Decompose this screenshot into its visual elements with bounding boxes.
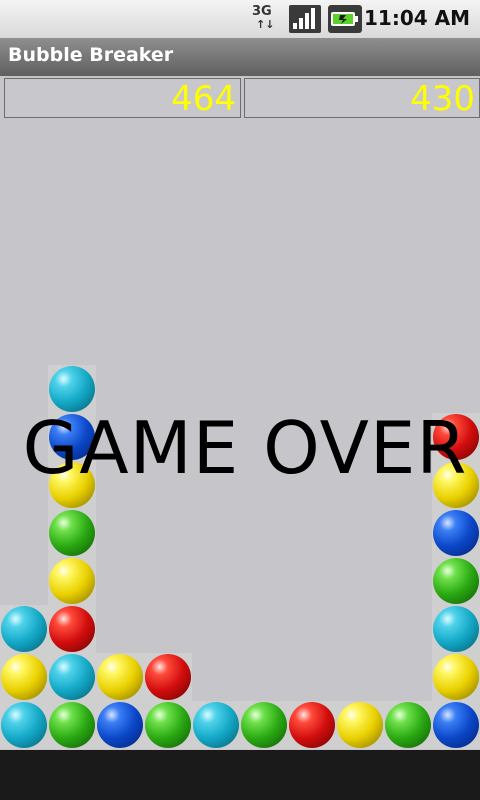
bubble-cell[interactable] xyxy=(48,701,96,749)
title-bar: Bubble Breaker xyxy=(0,38,480,77)
signal-icon xyxy=(289,5,321,33)
cyan-bubble[interactable] xyxy=(49,654,95,700)
bubble-cell[interactable] xyxy=(96,701,144,749)
cyan-bubble[interactable] xyxy=(1,702,47,748)
bubble-cell[interactable] xyxy=(432,605,480,653)
bubble-cell[interactable] xyxy=(384,701,432,749)
bubble-cell[interactable] xyxy=(144,653,192,701)
red-bubble[interactable] xyxy=(49,606,95,652)
green-bubble[interactable] xyxy=(145,702,191,748)
blue-bubble[interactable] xyxy=(433,510,479,556)
bubble-cell[interactable] xyxy=(432,509,480,557)
blue-bubble[interactable] xyxy=(433,702,479,748)
current-score: 464 xyxy=(4,78,241,119)
bubble-cell[interactable] xyxy=(240,701,288,749)
yellow-bubble[interactable] xyxy=(97,654,143,700)
bubble-cell[interactable] xyxy=(144,701,192,749)
bubble-cell[interactable] xyxy=(48,605,96,653)
bubble-cell[interactable] xyxy=(0,701,48,749)
status-bar: 3G ↑↓ 11:04 AM xyxy=(0,0,480,39)
bubble-cell[interactable] xyxy=(288,701,336,749)
clock-time: 11:04 AM xyxy=(363,6,470,30)
blue-bubble[interactable] xyxy=(97,702,143,748)
score-bar: 464 430 xyxy=(0,76,480,122)
cyan-bubble[interactable] xyxy=(193,702,239,748)
yellow-bubble[interactable] xyxy=(433,654,479,700)
green-bubble[interactable] xyxy=(241,702,287,748)
battery-icon xyxy=(328,5,362,33)
high-score: 430 xyxy=(244,78,480,119)
green-bubble[interactable] xyxy=(49,510,95,556)
green-bubble[interactable] xyxy=(385,702,431,748)
bubble-cell[interactable] xyxy=(432,653,480,701)
bubble-cell[interactable] xyxy=(432,557,480,605)
cyan-bubble[interactable] xyxy=(433,606,479,652)
bubble-cell[interactable] xyxy=(48,557,96,605)
yellow-bubble[interactable] xyxy=(1,654,47,700)
bubble-cell[interactable] xyxy=(336,701,384,749)
red-bubble[interactable] xyxy=(145,654,191,700)
bubble-cell[interactable] xyxy=(0,605,48,653)
bubble-cell[interactable] xyxy=(432,701,480,749)
game-over-text: GAME OVER xyxy=(22,406,468,490)
bubble-cell[interactable] xyxy=(0,653,48,701)
bubble-cell[interactable] xyxy=(192,701,240,749)
yellow-bubble[interactable] xyxy=(49,558,95,604)
bubble-cell[interactable] xyxy=(48,653,96,701)
app-title: Bubble Breaker xyxy=(8,44,174,66)
green-bubble[interactable] xyxy=(433,558,479,604)
bubble-cell[interactable] xyxy=(48,509,96,557)
cyan-bubble[interactable] xyxy=(1,606,47,652)
3g-icon: 3G ↑↓ xyxy=(252,5,284,33)
green-bubble[interactable] xyxy=(49,702,95,748)
red-bubble[interactable] xyxy=(289,702,335,748)
yellow-bubble[interactable] xyxy=(337,702,383,748)
network-label: 3G xyxy=(252,4,272,19)
bubble-cell[interactable] xyxy=(96,653,144,701)
bottom-bar xyxy=(0,750,480,800)
